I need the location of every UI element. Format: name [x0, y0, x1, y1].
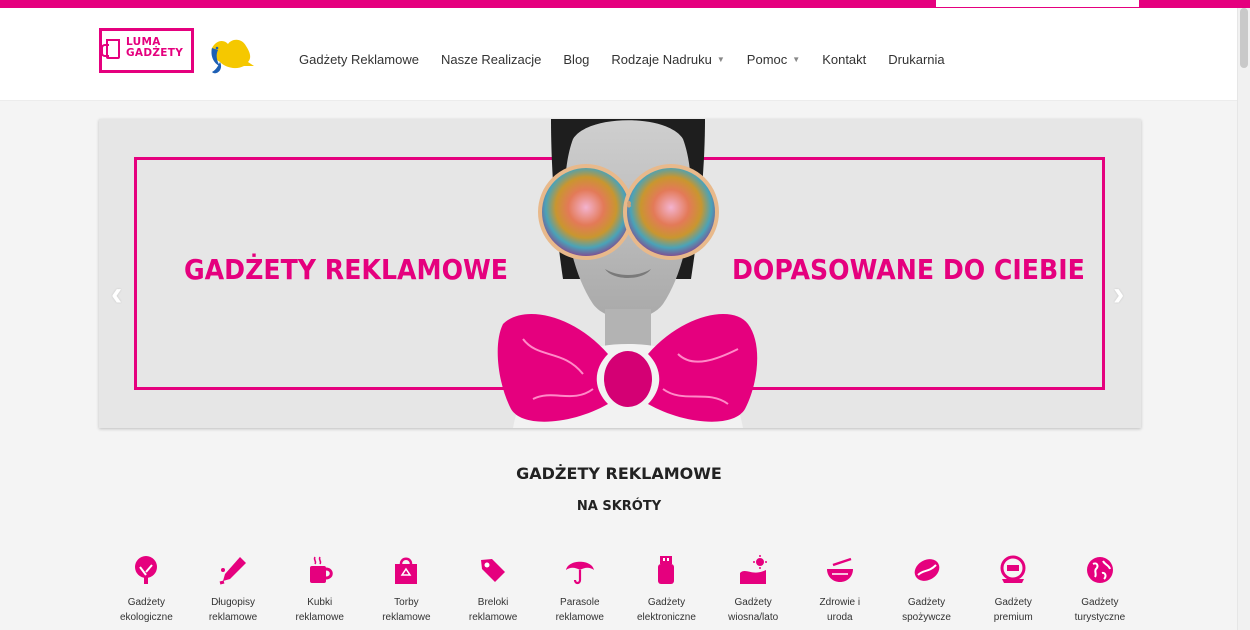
category-breloki-reklamowe[interactable]: Breloki reklamowe [450, 555, 537, 625]
umbrella-icon [565, 561, 594, 585]
category-dlugopisy-reklamowe[interactable]: Długopisy reklamowe [190, 555, 277, 625]
section-title: GADŻETY REKLAMOWE [516, 464, 722, 483]
scrollbar-thumb[interactable] [1240, 8, 1248, 68]
ukraine-dove-icon [211, 39, 254, 74]
category-kubki-reklamowe[interactable]: Kubki reklamowe [276, 555, 363, 625]
slider-prev-chevron-left-icon[interactable]: ‹ [111, 277, 122, 311]
tag-icon [481, 559, 506, 582]
slider-next-chevron-right-icon[interactable]: › [1113, 277, 1124, 311]
mug-icon [309, 556, 333, 583]
nav-item-blog[interactable]: Blog [563, 52, 589, 67]
category-shortcuts: Gadżety ekologiczne Długopisy reklamowe Ku… [103, 555, 1143, 625]
category-gadzety-ekologiczne[interactable]: Gadżety ekologiczne [103, 555, 190, 625]
nav-item-rodzaje-nadruku[interactable]: Rodzaje Nadruku ▼ [611, 52, 724, 67]
site-header: LUMA GADŻETY Gadżety Reklamowe Nasze Rea… [0, 8, 1238, 101]
dropdown-caret-icon: ▼ [792, 55, 801, 64]
top-search-box[interactable] [936, 0, 1139, 7]
coffee-bean-icon [914, 559, 939, 581]
nav-item-pomoc[interactable]: Pomoc ▼ [747, 52, 800, 67]
category-torby-reklamowe[interactable]: Torby reklamowe [363, 555, 450, 625]
dropdown-caret-icon: ▼ [716, 55, 725, 64]
category-parasole-reklamowe[interactable]: Parasole reklamowe [536, 555, 623, 625]
bag-icon [395, 557, 418, 584]
pen-icon [219, 557, 247, 585]
sun-field-icon [740, 555, 768, 584]
category-gadzety-premium[interactable]: Gadżety premium [970, 555, 1057, 625]
mug-logo-icon [101, 39, 120, 59]
nav-item-gadzety-reklamowe[interactable]: Gadżety Reklamowe [299, 52, 419, 67]
category-gadzety-turystyczne[interactable]: Gadżety turystyczne [1057, 555, 1144, 625]
premium-badge-icon [1000, 555, 1026, 583]
main-nav: Gadżety Reklamowe Nasze Realizacje Blog … [299, 52, 967, 67]
hero-slider: GADŻETY REKLAMOWE DOPASOWANE DO CIEBIE ‹… [99, 119, 1141, 428]
luma-gadzety-logo[interactable]: LUMA GADŻETY [99, 28, 194, 73]
nav-item-kontakt[interactable]: Kontakt [822, 52, 866, 67]
category-gadzety-wiosna-lato[interactable]: Gadżety wiosna/lato [710, 555, 797, 625]
bowl-icon [826, 557, 853, 582]
model-with-glasses-image [497, 119, 758, 428]
category-gadzety-spozywcze[interactable]: Gadżety spożywcze [883, 555, 970, 625]
globe-icon [1086, 557, 1113, 583]
usb-icon [658, 556, 675, 584]
page-scrollbar[interactable] [1237, 8, 1250, 630]
slide-text-right: DOPASOWANE DO CIEBIE [732, 253, 1085, 286]
category-gadzety-elektroniczne[interactable]: Gadżety elektroniczne [623, 555, 710, 625]
category-zdrowie-i-uroda[interactable]: Zdrowie i uroda [797, 555, 884, 625]
tree-icon [135, 556, 158, 584]
nav-item-nasze-realizacje[interactable]: Nasze Realizacje [441, 52, 541, 67]
slide-text-left: GADŻETY REKLAMOWE [184, 253, 509, 286]
section-subtitle: NA SKRÓTY [576, 499, 662, 514]
nav-item-drukarnia[interactable]: Drukarnia [888, 52, 944, 67]
logo-line-2: GADŻETY [126, 47, 184, 59]
